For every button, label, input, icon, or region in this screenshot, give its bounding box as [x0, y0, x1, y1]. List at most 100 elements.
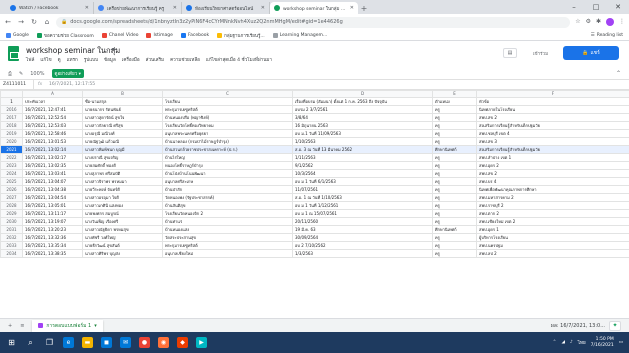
row-number[interactable]: 2032	[0, 233, 23, 242]
row-number[interactable]: 2034	[0, 249, 23, 258]
notifications-icon[interactable]: ▭	[619, 340, 623, 345]
menu-icon[interactable]: ⋮	[619, 18, 625, 26]
table-cell[interactable]: นายธีรวัฒน์ สุขสันต์	[82, 241, 163, 250]
close-tab-icon[interactable]: ✕	[350, 5, 354, 11]
table-cell[interactable]: ศึกษานิเทศก์	[432, 225, 477, 234]
bookmark-item[interactable]: กลุ่มฐานการเรียนรู้...	[217, 32, 265, 39]
table-cell[interactable]: ครู	[432, 105, 477, 114]
table-cell[interactable]: 1/3/2563	[292, 249, 433, 258]
table-cell[interactable]: พระกุมารเยซูคริสต์	[162, 241, 293, 250]
table-cell[interactable]: โรงเรียน	[162, 97, 293, 106]
table-cell[interactable]: เรื่องที่อบรม (สัมมนา) ตั้งแต่ 1 ก.ค. 25…	[292, 97, 433, 106]
table-cell[interactable]: อนุบาลพระนครศรีอยุธยา	[162, 129, 293, 138]
table-cell[interactable]: 16/7/2021, 13:05:01	[22, 201, 83, 210]
firefox-icon[interactable]: ◉	[158, 337, 169, 348]
table-cell[interactable]: โรงเรียนวัดโพธิ์ทองวิทยาคม	[162, 121, 293, 130]
table-cell[interactable]: ผู้บริหารโรงเรียน	[476, 233, 629, 242]
row-number[interactable]: 2024	[0, 169, 23, 178]
table-cell[interactable]: นางสาวศิริพร บุญส่ง	[82, 249, 163, 258]
table-cell[interactable]: หัวข้อ	[476, 97, 629, 106]
table-cell[interactable]: ครู	[432, 233, 477, 242]
row-number[interactable]: 2033	[0, 241, 23, 250]
extensions-icon[interactable]: ⚙	[586, 18, 591, 26]
zoom-select[interactable]: 100%	[30, 71, 44, 77]
explore-button[interactable]: ✦	[609, 320, 621, 331]
table-cell[interactable]: 10/3/2564	[292, 169, 433, 178]
chrome-icon[interactable]: ●	[139, 337, 150, 348]
browser-tab[interactable]: workshop seminar ในกลุ่ม - Go...✕	[270, 2, 358, 14]
bookmark-item[interactable]: Istimage	[146, 32, 173, 38]
row-number[interactable]: 2029	[0, 209, 23, 218]
table-cell[interactable]: อบ ม 1 วันที่ 1/12/2561	[292, 201, 433, 210]
table-cell[interactable]: 16/7/2021, 12:47:41	[22, 105, 83, 114]
table-cell[interactable]: ครู	[432, 249, 477, 258]
chevron-up-icon[interactable]: ⌃	[553, 340, 557, 345]
table-cell[interactable]: นายธนากร รัตนพันธ์	[82, 105, 163, 114]
table-cell[interactable]: ครู	[432, 193, 477, 202]
forward-icon[interactable]: →	[17, 18, 25, 26]
row-number[interactable]: 2023	[0, 161, 23, 170]
table-cell[interactable]: 1/10/2563	[292, 137, 433, 146]
row-number[interactable]: 2021	[0, 145, 23, 154]
menu-item[interactable]: แทรก	[67, 57, 78, 64]
meet-button[interactable]: เข้าร่วม	[533, 50, 548, 57]
table-cell[interactable]: 16/7/2021, 13:04:07	[22, 177, 83, 186]
row-number[interactable]: 2016	[0, 105, 23, 114]
table-cell[interactable]: 19 มี.ค. 63	[292, 225, 433, 234]
reading-list[interactable]: ☰ Reading list	[591, 33, 623, 38]
minimize-button[interactable]: –	[563, 0, 585, 14]
task-view-icon[interactable]: ❐	[44, 337, 55, 348]
table-cell[interactable]: ศึกษานิเทศก์	[432, 145, 477, 154]
row-number[interactable]: 2026	[0, 185, 23, 194]
comment-history-button[interactable]: ▤	[503, 48, 517, 58]
table-cell[interactable]: สพป.ลำปาง เขต 1	[476, 153, 629, 162]
table-cell[interactable]: 16/7/2021, 13:20:23	[22, 225, 83, 234]
row-number[interactable]: 2027	[0, 193, 23, 202]
table-cell[interactable]: 3/8/64	[292, 113, 433, 122]
language-indicator[interactable]: ไทย	[578, 339, 586, 346]
table-cell[interactable]: 1/11/2563	[292, 153, 433, 162]
browser-tab[interactable]: ห้องเรียนวิทยาศาสตร์ออนไลน์ ✕	[182, 2, 270, 14]
close-window-button[interactable]: ✕	[607, 0, 629, 14]
table-cell[interactable]: ครู	[432, 241, 477, 250]
table-cell[interactable]: อบรม 2 3/7/2561	[292, 105, 433, 114]
close-tab-icon[interactable]: ✕	[85, 5, 89, 11]
table-cell[interactable]: ครู	[432, 177, 477, 186]
table-cell[interactable]: นางสาวสุดารัตน์ สุขใจ	[82, 113, 163, 122]
row-number[interactable]: 2022	[0, 153, 23, 162]
puzzle-icon[interactable]: ✱	[596, 18, 601, 26]
profile-avatar[interactable]	[606, 18, 614, 26]
table-cell[interactable]: 16/7/2021, 13:38:35	[22, 249, 83, 258]
table-cell[interactable]: บ้านสวนกล้วยราชประชาสงเคราะห์ (ป.ร.)	[162, 145, 293, 154]
sheets-logo-icon[interactable]	[8, 46, 19, 61]
table-cell[interactable]: สพป.สข 2	[476, 113, 629, 122]
back-icon[interactable]: ←	[4, 18, 12, 26]
table-cell[interactable]: สพป.บร 4	[476, 177, 629, 186]
table-cell[interactable]: ครู	[432, 201, 477, 210]
table-cell[interactable]: สพป.เชียงใหม่ เขต 2	[476, 217, 629, 226]
table-cell[interactable]: สพป.สข 2	[476, 169, 629, 178]
table-cell[interactable]: 16/7/2021, 13:02:14	[22, 145, 83, 154]
table-cell[interactable]: ครู	[432, 161, 477, 170]
column-header[interactable]: D	[292, 90, 433, 98]
table-cell[interactable]: อบ ม 1 วันที่ 6/1/2563	[292, 177, 433, 186]
row-number[interactable]: 2030	[0, 217, 23, 226]
table-cell[interactable]: สพป.สข 3	[476, 137, 629, 146]
row-number[interactable]: 2019	[0, 129, 23, 138]
table-cell[interactable]: ส่งเสริมการเรียนรู้สำหรับเด็กปฐมวัย	[476, 145, 629, 154]
table-cell[interactable]: 16/7/2021, 12:53:03	[22, 121, 83, 130]
edge-icon[interactable]: e	[63, 337, 74, 348]
table-cell[interactable]: ส.อ. 3 ณ วันที่ 13 มีนาคม 2562	[292, 145, 433, 154]
table-cell[interactable]: ชื่อ-นามสกุล	[82, 97, 163, 106]
table-cell[interactable]: 16/7/2021, 13:02:17	[22, 153, 83, 162]
table-cell[interactable]: 20/11/2560	[292, 217, 433, 226]
bookmark-item[interactable]: Learning Managem...	[272, 32, 327, 38]
table-cell[interactable]: บ้านโป่งบ้านโนนพัฒนา	[162, 169, 293, 178]
row-number[interactable]: 1	[0, 97, 23, 106]
network-icon[interactable]: ◢	[561, 340, 564, 345]
table-cell[interactable]: สพป.นครปฐม	[476, 241, 629, 250]
table-cell[interactable]: สพป.อุดร 2	[476, 161, 629, 170]
bookmark-item[interactable]: ขอความช่วย Classroom	[36, 32, 94, 39]
column-header[interactable]: F	[476, 90, 629, 98]
bookmark-item[interactable]: Chanel Video	[101, 32, 138, 38]
